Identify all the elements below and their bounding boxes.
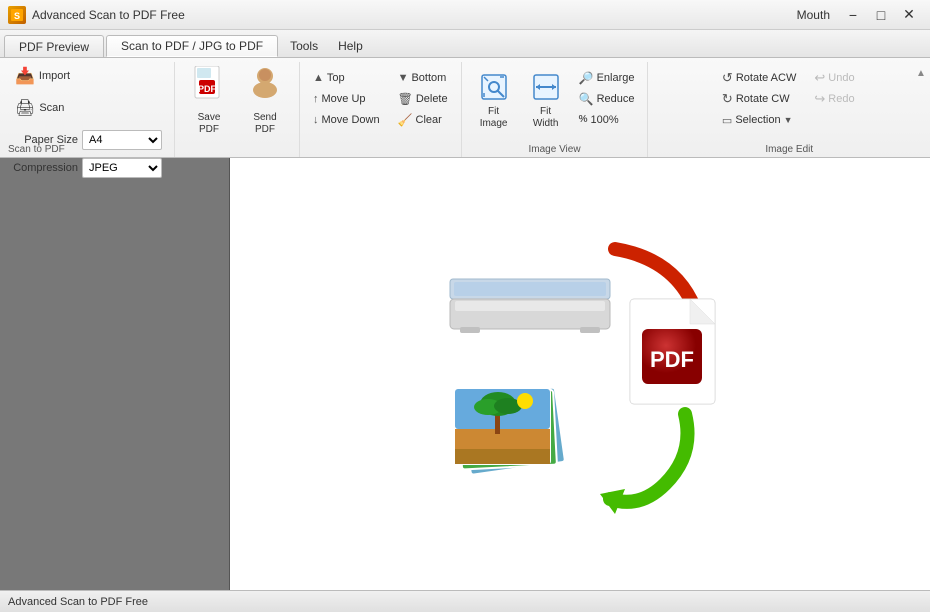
enlarge-button[interactable]: 🔎 Enlarge xyxy=(574,68,640,87)
rotate-col: ↺ Rotate ACW ↻ Rotate CW ▭ Selection ▼ xyxy=(717,66,801,130)
fit-width-label: FitWidth xyxy=(533,106,559,130)
edit-col-left: ▲ Top ↑ Move Up ↓ Move Down xyxy=(308,66,385,130)
ribbon-group-edit: ▲ Top ↑ Move Up ↓ Move Down ▼ Bottom xyxy=(300,62,462,157)
move-down-button[interactable]: ↓ Move Down xyxy=(308,110,385,130)
rotate-acw-button[interactable]: ↺ Rotate ACW xyxy=(717,68,801,88)
send-pdf-button[interactable]: SendPDF xyxy=(239,66,291,134)
ribbon-group-save: PDF SavePDF SendPDF xyxy=(175,62,300,157)
content-area: PDF xyxy=(230,158,930,590)
reduce-icon: 🔍 xyxy=(579,92,594,106)
compression-select[interactable]: JPEGLZWNone xyxy=(82,158,162,178)
tab-scan-to-pdf[interactable]: Scan to PDF / JPG to PDF xyxy=(106,35,278,57)
ribbon-collapse-button[interactable]: ▲ xyxy=(914,66,928,80)
save-pdf-button[interactable]: PDF SavePDF xyxy=(183,66,235,134)
menu-help[interactable]: Help xyxy=(328,35,373,57)
save-pdf-icon: PDF xyxy=(193,66,225,110)
app-title: Advanced Scan to PDF Free xyxy=(32,8,185,22)
tab-pdf-preview[interactable]: PDF Preview xyxy=(4,35,104,57)
ribbon-group-image-edit: ↺ Rotate ACW ↻ Rotate CW ▭ Selection ▼ ↩… xyxy=(648,62,930,157)
fit-width-icon xyxy=(532,73,560,104)
rotate-acw-icon: ↺ xyxy=(722,70,733,86)
svg-text:PDF: PDF xyxy=(650,347,694,372)
edit-col-right: ▼ Bottom 🗑 Delete 🧹 Clear xyxy=(393,66,453,130)
ribbon-group-scan: 📥 Import 🖨 Scan Paper Size A4A3A5LetterL… xyxy=(0,62,175,157)
reduce-button[interactable]: 🔍 Reduce xyxy=(574,89,640,108)
redo-icon: ↪ xyxy=(814,91,825,107)
undo-col: ↩ Undo ↪ Redo xyxy=(807,66,861,108)
title-bar-controls: Mouth − □ ✕ xyxy=(797,5,922,25)
sidebar xyxy=(0,158,230,590)
undo-button[interactable]: ↩ Undo xyxy=(807,68,861,87)
svg-text:PDF: PDF xyxy=(198,84,217,94)
paper-size-select[interactable]: A4A3A5LetterLegal xyxy=(82,130,162,150)
send-pdf-icon xyxy=(249,66,281,110)
import-button[interactable]: 📥 Import xyxy=(8,64,98,88)
fit-image-label: FitImage xyxy=(480,106,508,130)
scan-button[interactable]: 🖨 Scan xyxy=(8,96,98,120)
main-area: PDF xyxy=(0,158,930,590)
title-bar-left: S Advanced Scan to PDF Free xyxy=(8,6,185,24)
fit-width-button[interactable]: FitWidth xyxy=(522,66,570,134)
app-icon: S xyxy=(8,6,26,24)
save-pdf-label: SavePDF xyxy=(198,112,221,136)
title-bar: S Advanced Scan to PDF Free Mouth − □ ✕ xyxy=(0,0,930,30)
top-button[interactable]: ▲ Top xyxy=(308,68,385,88)
scan-icon: 🖨 xyxy=(15,98,35,118)
redo-button[interactable]: ↪ Redo xyxy=(807,89,861,108)
ribbon-group-image-view: FitImage FitWidth 🔎 Enlarge xyxy=(462,62,649,157)
ribbon: 📥 Import 🖨 Scan Paper Size A4A3A5LetterL… xyxy=(0,58,930,158)
menu-tools[interactable]: Tools xyxy=(280,35,328,57)
send-pdf-label: SendPDF xyxy=(253,112,276,136)
close-button[interactable]: ✕ xyxy=(896,5,922,25)
selection-button[interactable]: ▭ Selection ▼ xyxy=(717,110,801,130)
main-illustration: PDF xyxy=(420,229,740,519)
status-bar: Advanced Scan to PDF Free xyxy=(0,590,930,612)
fit-image-button[interactable]: FitImage xyxy=(470,66,518,134)
undo-icon: ↩ xyxy=(814,70,825,86)
group-label-image-edit: Image Edit xyxy=(765,144,813,155)
group-label-scan: Scan to PDF xyxy=(8,144,65,155)
window-label: Mouth xyxy=(797,8,830,22)
minimize-button[interactable]: − xyxy=(840,5,866,25)
bottom-button[interactable]: ▼ Bottom xyxy=(393,68,453,88)
move-up-icon: ↑ xyxy=(313,93,319,105)
delete-button[interactable]: 🗑 Delete xyxy=(393,89,453,109)
zoom-100-icon: % xyxy=(579,114,588,125)
clear-icon: 🧹 xyxy=(398,113,413,127)
move-down-icon: ↓ xyxy=(313,114,319,126)
rotate-cw-icon: ↻ xyxy=(722,91,733,107)
group-label-image-view: Image View xyxy=(529,144,581,155)
delete-icon: 🗑 xyxy=(398,92,413,106)
tab-bar: PDF Preview Scan to PDF / JPG to PDF Too… xyxy=(0,30,930,58)
clear-button[interactable]: 🧹 Clear xyxy=(393,110,453,130)
selection-icon: ▭ xyxy=(722,114,732,127)
move-up-button[interactable]: ↑ Move Up xyxy=(308,89,385,109)
top-icon: ▲ xyxy=(313,72,324,84)
maximize-button[interactable]: □ xyxy=(868,5,894,25)
import-icon: 📥 xyxy=(15,66,35,86)
status-text: Advanced Scan to PDF Free xyxy=(8,596,148,608)
enlarge-icon: 🔎 xyxy=(579,71,594,85)
fit-image-icon xyxy=(480,73,508,104)
selection-dropdown-icon: ▼ xyxy=(784,115,793,125)
zoom-controls: 🔎 Enlarge 🔍 Reduce % 100% xyxy=(574,66,640,129)
bottom-icon: ▼ xyxy=(398,72,409,84)
compression-row: Compression JPEGLZWNone xyxy=(8,158,162,178)
rotate-cw-button[interactable]: ↻ Rotate CW xyxy=(717,89,801,109)
svg-text:S: S xyxy=(14,11,20,21)
zoom-100-button[interactable]: % 100% xyxy=(574,110,640,129)
